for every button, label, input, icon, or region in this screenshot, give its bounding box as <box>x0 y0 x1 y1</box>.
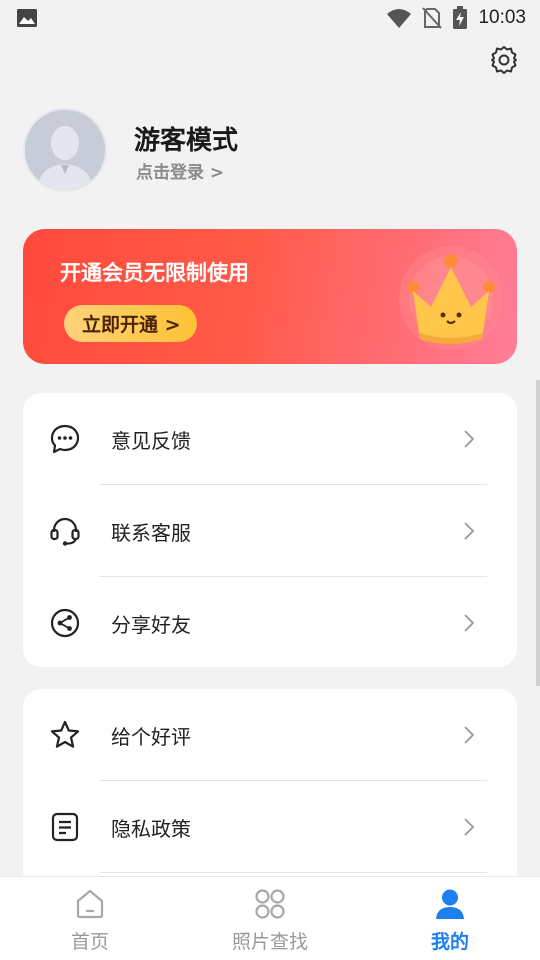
gear-icon[interactable] <box>488 44 520 76</box>
chat-bubble-icon <box>50 424 80 454</box>
nav-item-mine[interactable]: 我的 <box>360 877 540 960</box>
chevron-right-icon <box>464 430 475 448</box>
chevron-right-icon <box>464 614 475 632</box>
scrollbar[interactable] <box>536 380 540 686</box>
menu-card-1: 意见反馈 联系客服 分享好友 <box>23 393 517 667</box>
share-icon <box>50 608 80 638</box>
image-icon <box>17 9 37 27</box>
clock: 10:03 <box>478 7 526 28</box>
menu-item-label: 隐私政策 <box>111 816 191 841</box>
menu-card-2: 给个好评 隐私政策 <box>23 689 517 889</box>
avatar[interactable] <box>23 108 107 192</box>
menu-item-label: 给个好评 <box>111 724 191 749</box>
chevron-right-icon <box>464 818 475 836</box>
chevron-right-icon <box>464 522 475 540</box>
nav-item-home[interactable]: 首页 <box>0 877 180 960</box>
nav-item-photo-search[interactable]: 照片查找 <box>180 877 360 960</box>
menu-item-customer-service[interactable]: 联系客服 <box>23 485 517 577</box>
profile-name: 游客模式 <box>134 126 239 156</box>
divider <box>99 872 487 873</box>
menu-item-label: 意见反馈 <box>111 428 191 453</box>
nav-label: 我的 <box>430 931 469 953</box>
login-link[interactable]: 点击登录 > <box>136 158 224 183</box>
grid-icon <box>255 889 285 919</box>
status-bar: 10:03 <box>0 0 540 36</box>
nav-label: 照片查找 <box>231 931 308 953</box>
bottom-nav: 首页 照片查找 我的 <box>0 876 540 960</box>
wifi-icon <box>387 9 412 28</box>
menu-item-feedback[interactable]: 意见反馈 <box>23 393 517 485</box>
crown-icon <box>399 246 503 350</box>
menu-item-rate[interactable]: 给个好评 <box>23 689 517 781</box>
headset-icon <box>50 517 80 546</box>
nav-label: 首页 <box>70 931 109 953</box>
menu-item-label: 分享好友 <box>111 612 191 637</box>
menu-item-label: 联系客服 <box>111 520 191 545</box>
menu-item-share[interactable]: 分享好友 <box>23 577 517 669</box>
menu-item-privacy[interactable]: 隐私政策 <box>23 781 517 873</box>
chevron-right-icon <box>464 726 475 744</box>
document-icon <box>51 812 79 842</box>
vip-banner[interactable]: 开通会员无限制使用 立即开通 > <box>23 229 517 364</box>
no-sim-icon <box>422 7 443 29</box>
status-icons: 10:03 <box>386 6 526 30</box>
default-avatar-icon <box>25 110 105 190</box>
vip-banner-title: 开通会员无限制使用 <box>60 261 249 285</box>
vip-open-button[interactable]: 立即开通 > <box>64 305 197 342</box>
star-icon <box>50 720 80 748</box>
user-icon <box>436 889 464 919</box>
home-icon <box>76 889 104 919</box>
battery-charging-icon <box>453 6 468 29</box>
